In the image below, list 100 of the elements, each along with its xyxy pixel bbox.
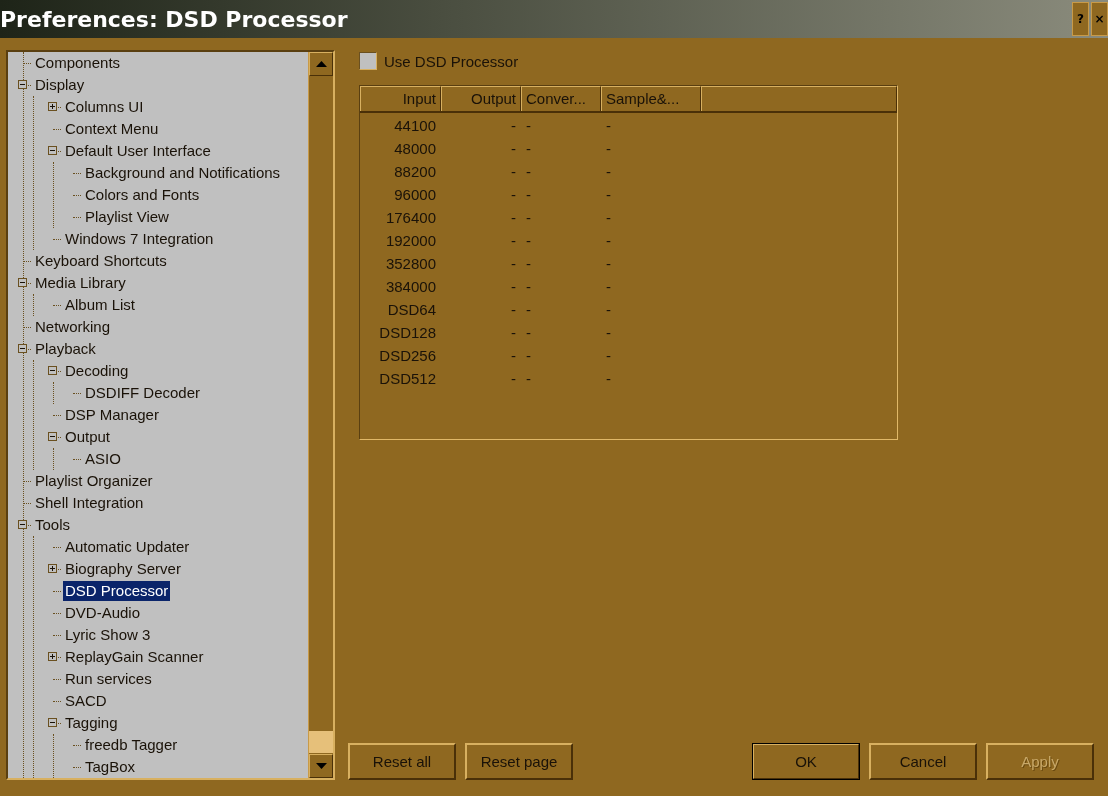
tree-item[interactable]: DVD-Audio bbox=[63, 603, 143, 623]
table-cell: 48000 bbox=[394, 140, 436, 157]
tree-item[interactable]: DSD Processor bbox=[63, 581, 171, 601]
close-button[interactable]: × bbox=[1091, 2, 1108, 36]
tree-item[interactable]: ASIO bbox=[83, 449, 123, 469]
expand-icon[interactable] bbox=[48, 564, 57, 573]
tree-item[interactable]: Colors and Fonts bbox=[83, 185, 202, 205]
table-cell: DSD64 bbox=[387, 301, 436, 318]
table-cell: - bbox=[606, 117, 611, 134]
tree-item[interactable]: Playlist View bbox=[83, 207, 171, 227]
collapse-icon[interactable] bbox=[48, 432, 57, 441]
column-header[interactable]: Output bbox=[441, 86, 521, 111]
tree-item[interactable]: DSDIFF Decoder bbox=[83, 383, 203, 403]
down-arrow-icon bbox=[315, 763, 327, 769]
tree-item[interactable]: Windows 7 Integration bbox=[63, 229, 216, 249]
collapse-icon[interactable] bbox=[18, 278, 27, 287]
tree-item[interactable]: Decoding bbox=[63, 361, 131, 381]
dialog-button[interactable]: OK bbox=[752, 743, 860, 780]
expand-icon[interactable] bbox=[48, 652, 57, 661]
tree-item[interactable]: DSP Manager bbox=[63, 405, 161, 425]
tree-item[interactable]: Biography Server bbox=[63, 559, 183, 579]
table-cell: - bbox=[511, 232, 516, 249]
table-cell: - bbox=[606, 370, 611, 387]
table-cell: - bbox=[511, 140, 516, 157]
table-cell: - bbox=[526, 140, 531, 157]
table-cell: - bbox=[606, 163, 611, 180]
table-cell: DSD512 bbox=[379, 370, 436, 387]
collapse-icon[interactable] bbox=[18, 520, 27, 529]
table-cell: - bbox=[526, 301, 531, 318]
tree-item[interactable]: TagBox bbox=[83, 757, 138, 777]
table-cell: 176400 bbox=[385, 209, 436, 226]
table-cell: - bbox=[606, 301, 611, 318]
collapse-icon[interactable] bbox=[48, 146, 57, 155]
table-cell: - bbox=[511, 186, 516, 203]
table-cell: - bbox=[526, 347, 531, 364]
table-cell: - bbox=[511, 255, 516, 272]
tree-item[interactable]: Columns UI bbox=[63, 97, 146, 117]
tree-item[interactable]: Shell Integration bbox=[33, 493, 146, 513]
table-cell: - bbox=[606, 278, 611, 295]
dialog-button[interactable]: Cancel bbox=[869, 743, 977, 780]
scroll-down-button[interactable] bbox=[309, 754, 333, 778]
table-cell: - bbox=[526, 370, 531, 387]
tree-item[interactable]: SACD bbox=[63, 691, 109, 711]
tree-item[interactable]: Album List bbox=[63, 295, 138, 315]
tree-item[interactable]: Default User Interface bbox=[63, 141, 213, 161]
checkbox-label: Use DSD Processor bbox=[384, 52, 519, 70]
table-cell: - bbox=[606, 186, 611, 203]
table-cell: DSD128 bbox=[379, 324, 436, 341]
tree-item[interactable]: Automatic Updater bbox=[63, 537, 192, 557]
tree-item[interactable]: Background and Notifications bbox=[83, 163, 283, 183]
table-cell: - bbox=[511, 370, 516, 387]
tree-item[interactable]: Output bbox=[63, 427, 113, 447]
tree-item[interactable]: Networking bbox=[33, 317, 113, 337]
tree-item[interactable]: Media Library bbox=[33, 273, 128, 293]
tree-item[interactable]: Context Menu bbox=[63, 119, 161, 139]
table-cell: 96000 bbox=[394, 186, 436, 203]
tree-item[interactable]: Display bbox=[33, 75, 87, 95]
table-cell: - bbox=[511, 209, 516, 226]
column-header[interactable]: Conver... bbox=[521, 86, 601, 111]
table-cell: 384000 bbox=[385, 278, 436, 295]
column-header[interactable]: Sample&... bbox=[601, 86, 701, 111]
collapse-icon[interactable] bbox=[48, 366, 57, 375]
tree-item[interactable]: ReplayGain Scanner bbox=[63, 647, 206, 667]
tree-item[interactable]: Keyboard Shortcuts bbox=[33, 251, 169, 271]
checkbox[interactable] bbox=[359, 52, 377, 70]
collapse-icon[interactable] bbox=[48, 718, 57, 727]
table-cell: - bbox=[526, 117, 531, 134]
table-cell: 192000 bbox=[385, 232, 436, 249]
tree-item[interactable]: Playback bbox=[33, 339, 98, 359]
expand-icon[interactable] bbox=[48, 102, 57, 111]
table-cell: - bbox=[511, 347, 516, 364]
table-cell: - bbox=[606, 232, 611, 249]
tree-item[interactable]: Tools bbox=[33, 515, 73, 535]
collapse-icon[interactable] bbox=[18, 344, 27, 353]
tree-item[interactable]: Run services bbox=[63, 669, 154, 689]
table-cell: - bbox=[511, 324, 516, 341]
collapse-icon[interactable] bbox=[18, 80, 27, 89]
dialog-button[interactable]: Reset page bbox=[465, 743, 573, 780]
table-cell: - bbox=[526, 324, 531, 341]
table-cell: - bbox=[526, 255, 531, 272]
dialog-button[interactable]: Reset all bbox=[348, 743, 456, 780]
table-cell: - bbox=[526, 232, 531, 249]
tree-item[interactable]: freedb Tagger bbox=[83, 735, 180, 755]
table-cell: 352800 bbox=[385, 255, 436, 272]
tree-item[interactable]: Components bbox=[33, 53, 123, 73]
table-cell: - bbox=[511, 278, 516, 295]
table-cell: 44100 bbox=[394, 117, 436, 134]
tree-item[interactable]: Tagging bbox=[63, 713, 120, 733]
tree-item[interactable]: Lyric Show 3 bbox=[63, 625, 153, 645]
table-cell: - bbox=[606, 347, 611, 364]
tree-item[interactable]: Playlist Organizer bbox=[33, 471, 155, 491]
table-cell: - bbox=[511, 117, 516, 134]
scrollbar-thumb[interactable] bbox=[309, 731, 333, 753]
column-header[interactable]: Input bbox=[360, 86, 441, 111]
table-cell: - bbox=[526, 209, 531, 226]
table-cell: - bbox=[511, 163, 516, 180]
up-arrow-icon bbox=[315, 61, 327, 67]
help-button[interactable]: ? bbox=[1072, 2, 1089, 36]
scroll-up-button[interactable] bbox=[309, 52, 333, 76]
table-cell: 88200 bbox=[394, 163, 436, 180]
